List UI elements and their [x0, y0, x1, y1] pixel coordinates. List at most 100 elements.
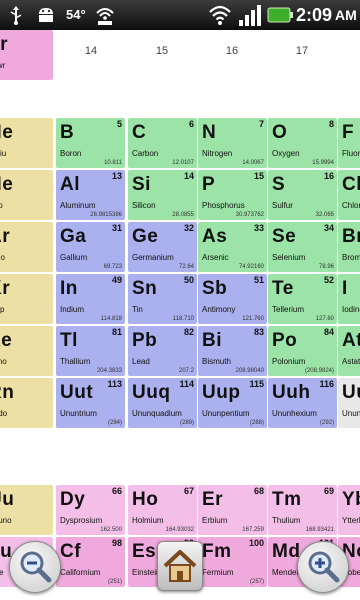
element-tile[interactable]: 67 Ho Holmium 164.93032 — [128, 485, 197, 535]
element-tile[interactable]: 115 Uup Ununpentium (288) — [198, 378, 267, 428]
element-number: 52 — [323, 275, 334, 285]
element-tile[interactable]: Ar Argo — [0, 222, 53, 272]
element-symbol: Uut — [60, 382, 94, 403]
element-tile[interactable]: Kr Kryp — [0, 274, 53, 324]
element-mass: 164.93032 — [165, 527, 194, 533]
element-tile[interactable]: Xe Xeno — [0, 326, 53, 376]
element-tile[interactable]: 34 Se Selenium 78.96 — [268, 222, 337, 272]
element-tile[interactable]: 14 Si Silicon 28.0855 — [128, 170, 197, 220]
element-tile[interactable]: He Heliu — [0, 118, 53, 168]
element-tile[interactable]: 70YbYtterbium173.04 — [338, 485, 360, 535]
element-symbol: C — [132, 122, 147, 143]
element-number: 31 — [111, 223, 122, 233]
element-number: 14 — [183, 171, 194, 181]
element-name: Aluminum — [60, 201, 96, 210]
element-tile[interactable]: 84 Po Polonium (208.9824) — [268, 326, 337, 376]
element-tile[interactable]: 7 N Nitrogen 14.0067 — [198, 118, 267, 168]
element-tile[interactable]: 17ClChlorine35.453 — [338, 170, 360, 220]
element-symbol: P — [202, 174, 216, 195]
element-mass: (289) — [179, 420, 194, 426]
element-tile[interactable]: 117UusUnunseptium1.00794 — [338, 378, 360, 428]
element-symbol: Bi — [202, 330, 222, 351]
element-symbol: Kr — [0, 278, 11, 299]
android-icon — [34, 4, 58, 26]
clock-time: 2:09 — [296, 5, 333, 25]
element-tile[interactable]: 33 As Arsenic 74.92160 — [198, 222, 267, 272]
group-number-15: 15 — [155, 45, 169, 57]
element-tile[interactable]: 98 Cf Californium (251) — [56, 537, 125, 587]
element-tile[interactable]: 5 B Boron 10.811 — [56, 118, 125, 168]
element-tile[interactable]: 116 Uuh Ununhexium (292) — [268, 378, 337, 428]
signal-icon — [237, 4, 263, 26]
element-symbol: Es — [132, 541, 157, 562]
element-tile[interactable]: 16 S Sulfur 32.065 — [268, 170, 337, 220]
element-tile[interactable]: 68 Er Erbium 167.259 — [198, 485, 267, 535]
element-tile[interactable]: 83 Bi Bismuth 208.98040 — [198, 326, 267, 376]
element-tile[interactable]: 49 In Indium 114.818 — [56, 274, 125, 324]
element-tile[interactable]: 9FFluorine18.9984032 — [338, 118, 360, 168]
zoom-out-icon — [20, 551, 52, 583]
element-tile[interactable]: 85AtAstatine(209.9871) — [338, 326, 360, 376]
element-name: Selenium — [272, 253, 306, 262]
element-number: 8 — [328, 119, 334, 129]
element-mass: 114.818 — [100, 316, 122, 322]
element-name: Sulfur — [272, 201, 293, 210]
element-symbol: Yb — [342, 489, 360, 510]
element-tile[interactable]: 66 Dy Dysprosium 162.500 — [56, 485, 125, 535]
element-tile[interactable]: 69 Tm Thulium 168.93421 — [268, 485, 337, 535]
element-tile[interactable]: 114 Uuq Ununquadium (289) — [128, 378, 197, 428]
element-number: 68 — [253, 486, 264, 496]
element-symbol: Se — [272, 226, 297, 247]
zoom-out-button[interactable] — [9, 541, 61, 593]
element-mass: 15.9994 — [312, 160, 334, 166]
element-number: 49 — [111, 275, 122, 285]
element-symbol: Xe — [0, 330, 13, 351]
element-tile[interactable]: Lr Lawr — [0, 30, 53, 80]
element-name: Germanium — [132, 253, 174, 262]
element-symbol: Rn — [0, 382, 15, 403]
element-tile[interactable]: 35BrBromine79.904 — [338, 222, 360, 272]
element-tile[interactable]: 15 P Phosphorus 30.973762 — [198, 170, 267, 220]
element-name: Fluorine — [342, 149, 360, 158]
element-tile[interactable]: 52 Te Tellerium 127.60 — [268, 274, 337, 324]
element-symbol: Dy — [60, 489, 86, 510]
element-tile[interactable]: 32 Ge Germanium 72.64 — [128, 222, 197, 272]
element-number: 50 — [183, 275, 194, 285]
element-tile[interactable]: 113 Uut Ununtrium (284) — [56, 378, 125, 428]
element-name: Heliu — [0, 149, 7, 158]
element-symbol: Ho — [132, 489, 159, 510]
element-tile[interactable]: 51 Sb Antimony 121.760 — [198, 274, 267, 324]
element-symbol: F — [342, 122, 355, 143]
element-tile[interactable]: Rn Rado — [0, 378, 53, 428]
element-name: Astatine — [342, 357, 360, 366]
element-tile[interactable]: 100 Fm Fermium (257) — [198, 537, 267, 587]
zoom-in-icon — [308, 551, 340, 583]
element-tile[interactable]: 81 Tl Thallium 204.3833 — [56, 326, 125, 376]
element-tile[interactable]: 6 C Carbon 12.0107 — [128, 118, 197, 168]
element-tile[interactable]: 13 Al Aluminum 26.9815386 — [56, 170, 125, 220]
element-tile[interactable]: 8 O Oxygen 15.9994 — [268, 118, 337, 168]
element-name: Antimony — [202, 305, 236, 314]
element-mass: 168.93421 — [305, 527, 334, 533]
zoom-in-button[interactable] — [297, 541, 349, 593]
element-name: Lead — [132, 357, 150, 366]
element-mass: (251) — [107, 579, 122, 585]
element-name: Nitrogen — [202, 149, 233, 158]
home-button[interactable] — [157, 541, 203, 591]
element-symbol: Uuq — [132, 382, 171, 403]
element-tile[interactable]: 50 Sn Tin 118.710 — [128, 274, 197, 324]
element-tile[interactable]: 31 Ga Gallium 69.723 — [56, 222, 125, 272]
element-symbol: Uup — [202, 382, 241, 403]
element-name: Oxygen — [272, 149, 300, 158]
element-tile[interactable]: Ne Neo — [0, 170, 53, 220]
element-mass: (288) — [249, 420, 264, 426]
hotspot-icon — [92, 4, 118, 26]
element-mass: (284) — [107, 420, 122, 426]
element-symbol: Lr — [0, 34, 8, 55]
element-tile[interactable]: 53IIodine126.90447 — [338, 274, 360, 324]
element-tile[interactable]: Uu Ununo — [0, 485, 53, 535]
element-name: Neo — [0, 201, 3, 210]
periodic-table[interactable]: 13 14 15 16 17 He Heliu 5 B Boron 10.811 6 C Car… — [0, 30, 360, 600]
element-symbol: Sb — [202, 278, 228, 299]
element-tile[interactable]: 82 Pb Lead 207.2 — [128, 326, 197, 376]
